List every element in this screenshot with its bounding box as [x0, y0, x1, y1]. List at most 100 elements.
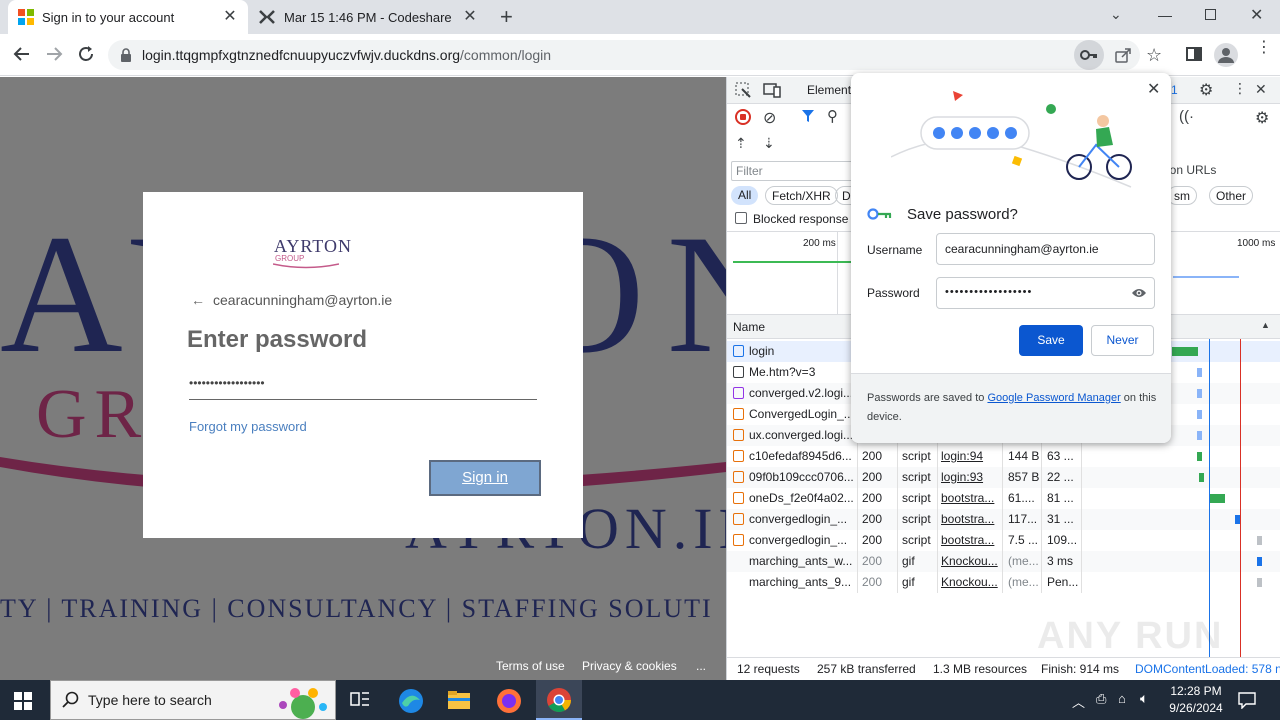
save-password-button[interactable]: Save [1019, 325, 1083, 356]
share-icon[interactable] [1114, 46, 1132, 64]
blocked-checkbox[interactable] [735, 212, 747, 224]
url-text[interactable]: login.ttqgmpfxgtnznedfcnuupyuczvfwjv.duc… [142, 47, 551, 63]
reload-icon[interactable] [76, 44, 96, 64]
task-view-icon[interactable] [350, 691, 370, 709]
request-time: 3 ms [1047, 554, 1074, 568]
request-initiator[interactable]: bootstra... [941, 512, 999, 526]
back-arrow-icon[interactable]: ← [191, 292, 205, 308]
request-initiator[interactable]: bootstra... [941, 533, 999, 547]
request-name[interactable]: marching_ants_w... [749, 554, 857, 568]
request-name[interactable]: converged.v2.logi... [749, 386, 857, 400]
tab-codeshare[interactable]: Mar 15 1:46 PM - Codeshare ✕ [248, 0, 488, 34]
request-name[interactable]: marching_ants_9... [749, 575, 857, 589]
tab-title: Mar 15 1:46 PM - Codeshare [284, 9, 452, 25]
tab-search-chevron-icon[interactable]: ⌄ [1110, 6, 1122, 23]
request-row[interactable]: marching_ants_9... 200 gif Knockou... (me...… [727, 572, 1280, 593]
close-window-icon[interactable]: ✕ [1250, 5, 1263, 25]
devtools-menu-icon[interactable]: ⋮ [1233, 80, 1247, 97]
request-name[interactable]: c10efedaf8945d6... [749, 449, 857, 463]
bookmark-star-icon[interactable]: ☆ [1146, 45, 1162, 66]
tray-chevron-icon[interactable]: ︿ [1072, 692, 1085, 711]
more-options-link[interactable]: ... [696, 659, 706, 673]
privacy-link[interactable]: Privacy & cookies [582, 659, 677, 673]
forward-icon[interactable] [44, 44, 64, 64]
volume-icon[interactable]: 🔈︎ [1140, 690, 1148, 707]
sign-in-button[interactable]: Sign in [429, 460, 541, 496]
clock-time[interactable]: 12:28 PM [1168, 684, 1224, 698]
close-tab-icon[interactable]: ✕ [222, 9, 238, 25]
tab-elements[interactable]: Element [807, 83, 851, 97]
request-name[interactable]: 09f0b109ccc0706... [749, 470, 857, 484]
tray-device-icon[interactable]: ⎙ [1096, 691, 1106, 707]
edge-icon[interactable] [398, 688, 424, 714]
request-initiator[interactable]: Knockou... [941, 554, 999, 568]
chrome-taskbar-button[interactable] [536, 680, 582, 720]
chip-wasm[interactable]: sm [1167, 186, 1197, 205]
request-initiator[interactable]: login:94 [941, 449, 999, 463]
file-explorer-icon[interactable] [447, 689, 471, 711]
column-name[interactable]: Name [733, 320, 765, 334]
request-initiator[interactable]: Knockou... [941, 575, 999, 589]
password-manager-link[interactable]: Google Password Manager [987, 392, 1120, 404]
clear-icon[interactable]: ⊘ [763, 108, 776, 128]
import-har-icon[interactable]: ⇡ [735, 135, 747, 152]
device-toolbar-icon[interactable] [763, 82, 781, 98]
request-name[interactable]: ConvergedLogin_... [749, 407, 857, 421]
request-row[interactable]: oneDs_f2e0f4a02... 200 script bootstra... 61… [727, 488, 1280, 509]
load-line [1240, 339, 1241, 657]
lock-icon[interactable] [120, 48, 132, 62]
firefox-icon[interactable] [496, 688, 522, 714]
chip-fetch-xhr[interactable]: Fetch/XHR [765, 186, 838, 205]
request-row[interactable]: 09f0b109ccc0706... 200 script login:93 857 B… [727, 467, 1280, 488]
restore-icon[interactable] [1205, 9, 1216, 20]
filter-input[interactable]: Filter [731, 161, 855, 181]
request-name[interactable]: Me.htm?v=3 [749, 365, 857, 379]
request-initiator[interactable]: bootstra... [941, 491, 999, 505]
password-key-icon[interactable] [1074, 40, 1104, 70]
request-name[interactable]: convergedlogin_... [749, 533, 857, 547]
export-har-icon[interactable]: ⇣ [763, 135, 775, 152]
password-field[interactable]: •••••••••••••••••• [936, 277, 1155, 309]
sort-up-icon[interactable]: ▲ [1261, 320, 1270, 330]
back-icon[interactable] [12, 44, 32, 64]
minimize-icon[interactable] [1158, 16, 1172, 17]
username-field[interactable]: cearacunningham@ayrton.ie [936, 233, 1155, 265]
network-icon[interactable]: ⌂ [1118, 691, 1126, 706]
request-initiator[interactable]: login:93 [941, 470, 999, 484]
close-tab-icon[interactable]: ✕ [462, 9, 478, 25]
network-conditions-icon[interactable]: ((· [1179, 108, 1194, 125]
password-input[interactable]: •••••••••••••••••• [189, 372, 537, 400]
request-name[interactable]: ux.converged.logi... [749, 428, 857, 442]
clock-date[interactable]: 9/26/2024 [1164, 701, 1228, 715]
chip-all[interactable]: All [731, 186, 759, 205]
profile-avatar-icon[interactable] [1214, 43, 1238, 67]
address-bar[interactable]: login.ttqgmpfxgtnznedfcnuupyuczvfwjv.duc… [108, 40, 1140, 70]
request-row[interactable]: convergedlogin_... 200 script bootstra... 11… [727, 509, 1280, 530]
filter-funnel-icon[interactable] [801, 109, 815, 123]
new-tab-icon[interactable]: + [500, 6, 520, 28]
tab-sign-in[interactable]: Sign in to your account ✕ [8, 0, 248, 34]
request-row[interactable]: marching_ants_w... 200 gif Knockou... (me...… [727, 551, 1280, 572]
taskbar-search-box[interactable]: Type here to search [50, 680, 336, 720]
request-name[interactable]: oneDs_f2e0f4a02... [749, 491, 857, 505]
notifications-icon[interactable] [1238, 691, 1256, 709]
devtools-settings-icon[interactable]: ⚙ [1199, 80, 1213, 100]
request-name[interactable]: login [749, 344, 857, 358]
forgot-password-link[interactable]: Forgot my password [189, 419, 307, 434]
column-separator [1002, 467, 1003, 488]
request-name[interactable]: convergedlogin_... [749, 512, 857, 526]
request-row[interactable]: convergedlogin_... 200 script bootstra... 7.… [727, 530, 1280, 551]
record-icon[interactable] [735, 109, 751, 125]
network-settings-icon[interactable]: ⚙ [1255, 108, 1269, 128]
chrome-menu-icon[interactable]: ⋮ [1256, 40, 1272, 56]
never-button[interactable]: Never [1091, 325, 1154, 356]
devtools-close-icon[interactable]: ✕ [1255, 81, 1267, 98]
chip-other[interactable]: Other [1209, 186, 1254, 205]
windows-start-icon[interactable] [14, 692, 32, 710]
show-password-eye-icon[interactable] [1131, 287, 1147, 299]
inspect-element-icon[interactable] [735, 82, 751, 98]
request-row[interactable]: c10efedaf8945d6... 200 script login:94 144 B… [727, 446, 1280, 467]
search-icon[interactable]: ⚲ [827, 107, 838, 125]
side-panel-icon[interactable] [1186, 47, 1202, 61]
terms-link[interactable]: Terms of use [496, 659, 565, 673]
